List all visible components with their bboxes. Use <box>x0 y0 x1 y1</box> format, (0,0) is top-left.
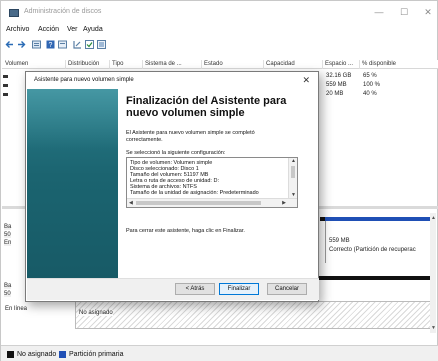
column-estado[interactable]: Estado <box>204 61 223 67</box>
finish-instruction: Para cerrar este asistente, haga clic en… <box>126 228 245 234</box>
undo-icon[interactable] <box>73 40 82 49</box>
menu-bar: Archivo Acción Ver Ayuda <box>1 25 437 37</box>
primary-partition-bar <box>325 217 432 221</box>
title-bar: Administración de discos — ☐ ✕ <box>1 1 437 24</box>
legend-bar: No asignado Partición primaria <box>1 345 438 361</box>
unallocated-label: No asignado <box>79 310 113 316</box>
config-line: Tamaño de la unidad de asignación: Prede… <box>130 190 259 196</box>
menu-archivo[interactable]: Archivo <box>6 26 29 33</box>
menu-ayuda[interactable]: Ayuda <box>83 26 103 33</box>
config-vertical-scrollbar[interactable]: ▲ ▼ <box>288 158 297 198</box>
window-title: Administración de discos <box>24 8 102 15</box>
finish-button[interactable]: Finalizar <box>219 283 259 295</box>
dialog-button-bar: < Atrás Finalizar Cancelar <box>27 278 319 300</box>
forward-icon[interactable] <box>17 40 26 49</box>
wizard-intro-line1: El Asistente para nuevo volumen simple s… <box>126 130 255 136</box>
volume-list-header: Volumen Distribución Tipo Sistema de ...… <box>2 60 438 69</box>
column-disponible[interactable]: % disponible <box>362 61 396 67</box>
disk2-status: En línea <box>5 306 28 312</box>
column-capacidad[interactable]: Capacidad <box>266 61 295 67</box>
column-tipo[interactable]: Tipo <box>112 61 123 67</box>
disk-area-scrollbar[interactable]: ▲ ▼ <box>430 213 436 333</box>
volume-row-percent[interactable]: 40 % <box>363 91 377 97</box>
wizard-banner-image <box>27 89 118 281</box>
volume-row-marker <box>3 93 8 96</box>
volume-row-free-space[interactable]: 559 MB <box>326 82 347 88</box>
legend-label-unallocated: No asignado <box>17 351 57 358</box>
menu-accion[interactable]: Acción <box>38 26 59 33</box>
volume-row-free-space[interactable]: 32.16 GB <box>326 73 351 79</box>
config-horizontal-scrollbar[interactable]: ◀ ▶ <box>127 198 297 207</box>
partition-status[interactable]: Correcto (Partición de recuperac <box>329 247 416 253</box>
refresh-icon[interactable] <box>97 40 106 49</box>
unallocated-region[interactable] <box>75 301 432 329</box>
dialog-title: Asistente para nuevo volumen simple <box>34 77 134 83</box>
wizard-intro-line2: correctamente. <box>126 137 163 143</box>
minimize-button[interactable]: — <box>371 5 387 19</box>
disk2-label-line[interactable]: Ba <box>4 283 12 289</box>
partition-size[interactable]: 559 MB <box>329 238 350 244</box>
cancel-button[interactable]: Cancelar <box>267 283 307 295</box>
back-icon[interactable] <box>5 40 14 49</box>
svg-text:?: ? <box>49 42 53 49</box>
check-icon[interactable] <box>85 40 94 49</box>
help-icon[interactable]: ? <box>46 40 55 49</box>
wizard-heading-line1: Finalización del Asistente para <box>126 95 287 107</box>
column-volumen[interactable]: Volumen <box>5 61 28 67</box>
new-simple-volume-wizard: Asistente para nuevo volumen simple ✕ Fi… <box>25 71 319 302</box>
legend-swatch-unallocated <box>7 351 14 358</box>
list-view-icon[interactable] <box>32 40 41 49</box>
volume-row-marker <box>3 75 8 78</box>
legend-swatch-primary <box>59 351 66 358</box>
column-espacio[interactable]: Espacio ... <box>325 61 353 67</box>
legend-label-primary: Partición primaria <box>69 351 124 358</box>
disk2-label-line[interactable]: 50 <box>4 291 11 297</box>
back-button[interactable]: < Atrás <box>175 283 215 295</box>
volume-row-marker <box>3 84 8 87</box>
dialog-close-button[interactable]: ✕ <box>302 75 310 86</box>
volume-row-percent[interactable]: 65 % <box>363 73 377 79</box>
toolbar: ? <box>1 39 437 51</box>
close-button[interactable]: ✕ <box>420 5 436 19</box>
disk1-label-line[interactable]: En <box>4 240 12 246</box>
maximize-button[interactable]: ☐ <box>396 5 412 19</box>
disk1-label-line[interactable]: Ba <box>4 224 12 230</box>
volume-row-percent[interactable]: 100 % <box>363 82 380 88</box>
volume-row-free-space[interactable]: 20 MB <box>326 91 343 97</box>
configuration-summary-box[interactable]: Tipo de volumen: Volumen simple Disco se… <box>126 157 298 208</box>
menu-ver[interactable]: Ver <box>67 26 78 33</box>
column-distribucion[interactable]: Distribución <box>68 61 99 67</box>
properties-icon[interactable] <box>58 40 67 49</box>
wizard-heading-line2: nuevo volumen simple <box>126 107 245 119</box>
disk-management-icon <box>9 9 19 17</box>
config-label: Se seleccionó la siguiente configuración… <box>126 150 226 156</box>
wizard-heading: Finalización del Asistente para nuevo vo… <box>126 95 306 119</box>
column-sistema[interactable]: Sistema de ... <box>145 61 182 67</box>
disk1-label-line[interactable]: 50 <box>4 232 11 238</box>
